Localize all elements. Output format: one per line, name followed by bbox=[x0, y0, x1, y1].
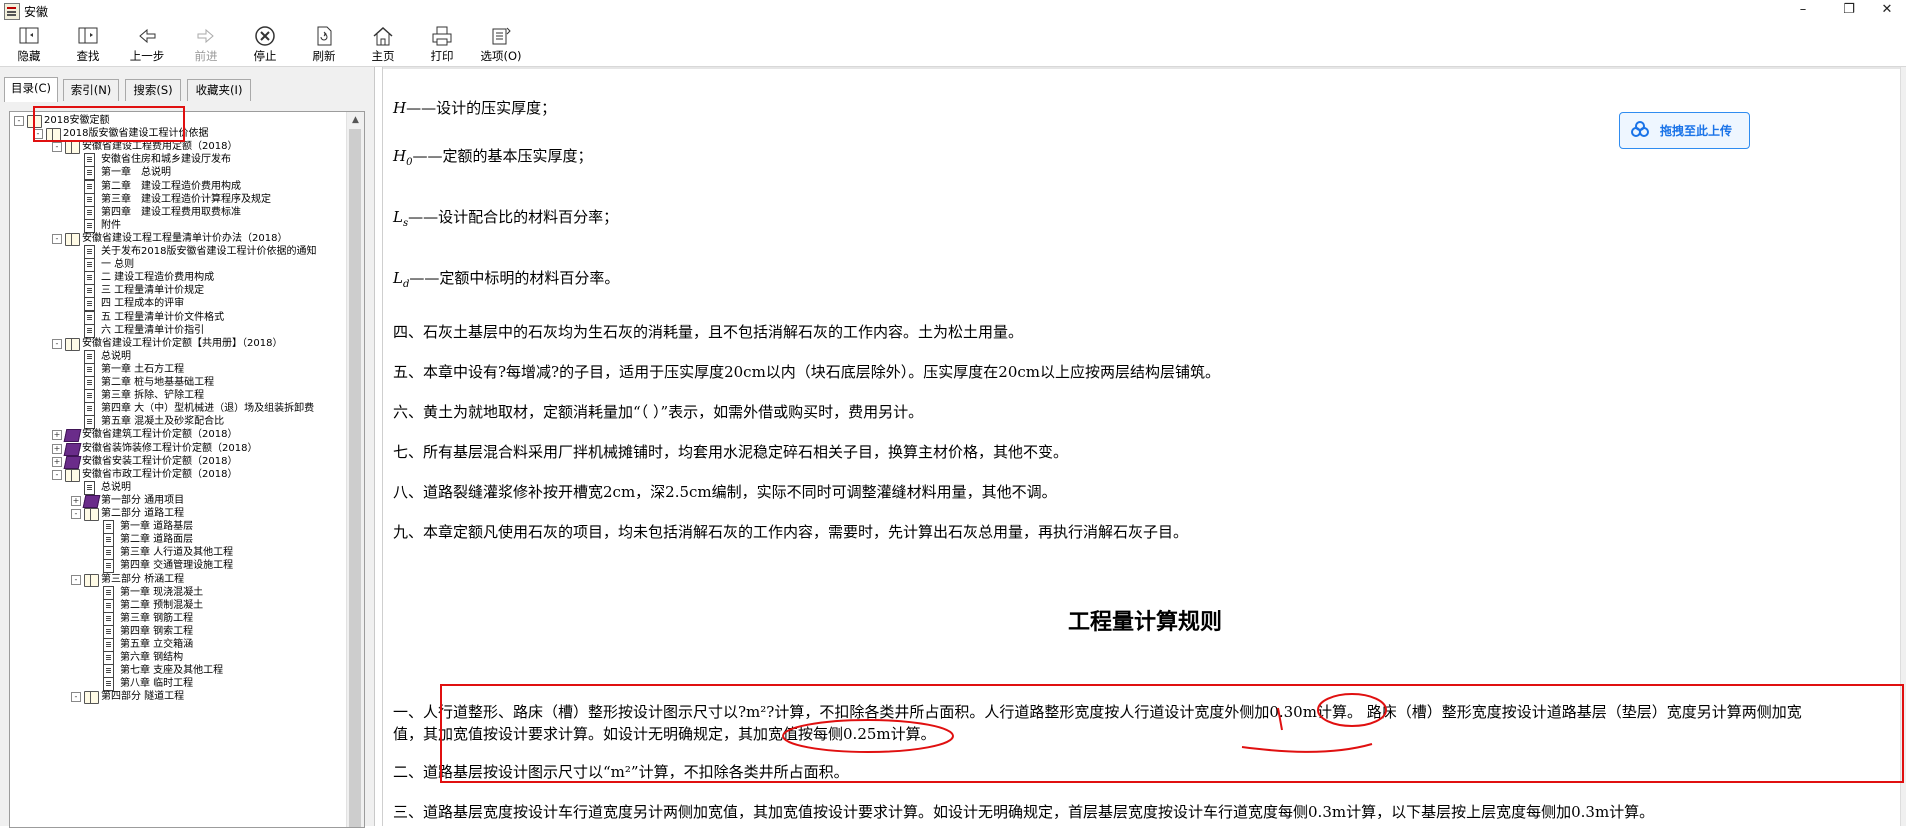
forward-button[interactable]: 前进 bbox=[179, 22, 233, 66]
definition-line: Ld——定额中标明的材料百分率。 bbox=[393, 269, 620, 290]
scroll-up-arrow-icon[interactable]: ▲ bbox=[347, 112, 364, 129]
options-button[interactable]: 选项(O) bbox=[474, 22, 528, 66]
close-button[interactable]: ✕ bbox=[1864, 0, 1906, 22]
paragraph: 四、石灰土基层中的石灰均为生石灰的消耗量，且不包括消解石灰的工作内容。土为松土用… bbox=[393, 323, 1024, 341]
collapse-toggle-icon[interactable]: - bbox=[14, 116, 24, 126]
definition-line: H——设计的压实厚度； bbox=[393, 99, 557, 117]
refresh-icon bbox=[317, 26, 332, 46]
tab-contents[interactable]: 目录(C) bbox=[4, 77, 58, 102]
printer-icon bbox=[432, 26, 452, 46]
expand-toggle-icon[interactable]: + bbox=[52, 456, 62, 467]
arrow-right-icon bbox=[197, 28, 214, 44]
tree-scrollbar[interactable]: ▲ bbox=[346, 112, 364, 827]
home-button[interactable]: 主页 bbox=[356, 22, 410, 66]
expand-toggle-icon[interactable]: + bbox=[71, 495, 81, 506]
find-button[interactable]: 查找 bbox=[61, 22, 115, 66]
cloud-upload-icon bbox=[1631, 121, 1649, 137]
collapse-toggle-icon[interactable]: - bbox=[52, 338, 62, 349]
tab-search[interactable]: 搜索(S) bbox=[125, 79, 181, 101]
expand-toggle-icon[interactable]: + bbox=[52, 430, 62, 441]
refresh-button[interactable]: 刷新 bbox=[297, 22, 351, 66]
annotation-box-root bbox=[33, 106, 185, 142]
section-heading: 工程量计算规则 bbox=[1067, 609, 1222, 635]
print-button[interactable]: 打印 bbox=[415, 22, 469, 66]
tree-node[interactable]: - 第四部分 隧道工程 bbox=[10, 689, 346, 705]
scroll-thumb[interactable] bbox=[349, 129, 361, 827]
open-book-icon bbox=[84, 691, 99, 705]
collapse-toggle-icon[interactable]: - bbox=[52, 469, 62, 480]
navigation-pane: 目录(C) 索引(N) 搜索(S) 收藏夹(I) -2018安徽定额 -2018版… bbox=[0, 67, 375, 828]
paragraph: 八、道路裂缝灌浆修补按开槽宽2cm，深2.5cm编制，实际不同时可调整灌缝材料用… bbox=[393, 483, 1057, 501]
content-top-divider bbox=[383, 67, 1906, 69]
collapse-toggle-icon[interactable]: - bbox=[71, 509, 81, 519]
collapse-toggle-icon[interactable]: - bbox=[52, 233, 62, 244]
stop-icon bbox=[255, 26, 275, 46]
paragraph: 七、所有基层混合料采用厂拌机械摊铺时，均套用水泥稳定碎石相关子目，换算主材价格，… bbox=[393, 443, 1069, 461]
rule-paragraph: 三、道路基层宽度按设计车行道宽度另计两侧加宽值，其加宽值按设计要求计算。如设计无… bbox=[393, 803, 1655, 821]
definition-line: Ls——设计配合比的材料百分率； bbox=[393, 208, 619, 229]
home-icon bbox=[373, 26, 393, 46]
minimize-button[interactable]: – bbox=[1780, 0, 1826, 22]
find-pane-icon bbox=[78, 27, 98, 44]
annotation-box-rules bbox=[440, 684, 1904, 783]
tab-index[interactable]: 索引(N) bbox=[63, 79, 119, 101]
paragraph: 九、本章定额凡使用石灰的项目，均未包括消解石灰的工作内容，需要时，先计算出石灰总… bbox=[393, 523, 1189, 541]
window-title: 安徽 bbox=[24, 5, 49, 19]
toolbar: 隐藏 查找 上一步 前进 停止 刷新 主页 打印 选项(O) bbox=[0, 22, 1906, 67]
expand-toggle-icon[interactable]: + bbox=[52, 443, 62, 454]
tab-favorites[interactable]: 收藏夹(I) bbox=[187, 79, 251, 101]
collapse-toggle-icon[interactable]: - bbox=[52, 142, 62, 153]
paragraph: 五、本章中设有?每增减?的子目，适用于压实厚度20cm以内（块石底层除外）。压实… bbox=[393, 363, 1221, 381]
tree-node-label: 第四部分 隧道工程 bbox=[101, 691, 185, 703]
hide-pane-icon bbox=[19, 27, 39, 44]
title-bar: 安徽 – ❐ ✕ bbox=[0, 0, 1906, 22]
options-icon bbox=[492, 27, 511, 45]
collapse-toggle-icon[interactable]: - bbox=[71, 574, 81, 585]
app-help-icon bbox=[4, 3, 20, 20]
drag-upload-button[interactable]: 拖拽至此上传 bbox=[1619, 112, 1750, 149]
paragraph: 六、黄土为就地取材，定额消耗量加“（ ）”表示，如需外借或购买时，费用另计。 bbox=[393, 403, 924, 421]
definition-line: H0——定额的基本压实厚度； bbox=[393, 147, 593, 168]
arrow-left-icon bbox=[139, 28, 156, 44]
hide-button[interactable]: 隐藏 bbox=[2, 22, 56, 66]
stop-button[interactable]: 停止 bbox=[238, 22, 292, 66]
contents-tree-box: -2018安徽定额 -2018版安徽省建设工程计价依据 - 安徽省建设工程费用定额（2… bbox=[9, 111, 365, 828]
collapse-toggle-icon[interactable]: - bbox=[71, 692, 81, 703]
back-button[interactable]: 上一步 bbox=[120, 22, 174, 66]
